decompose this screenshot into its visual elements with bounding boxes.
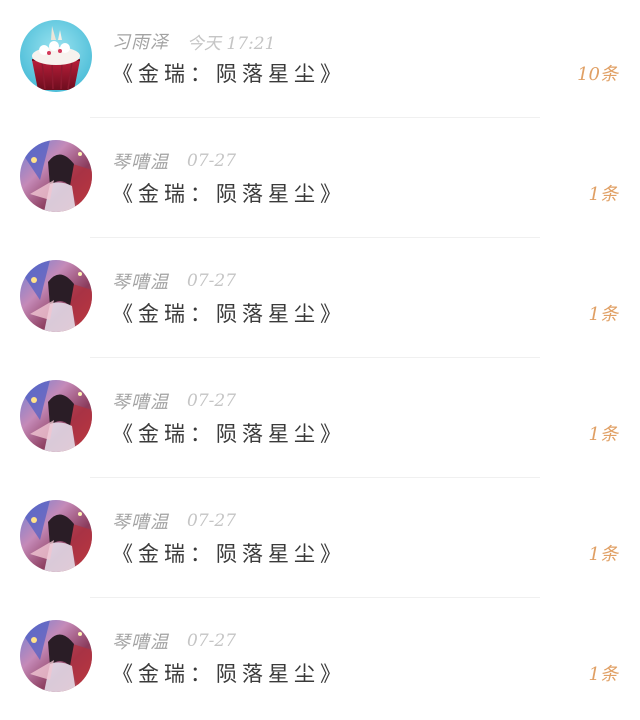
message-row[interactable]: 琴嘈温 07-27 《金瑞：陨落星尘》 1条 [0,480,640,600]
message-time: 07-27 [187,631,237,651]
anime-girl-avatar[interactable] [20,380,92,452]
book-title[interactable]: 《金瑞：陨落星尘》 [112,298,346,328]
message-time: 07-27 [187,391,237,411]
book-title[interactable]: 《金瑞：陨落星尘》 [112,58,346,88]
author-name[interactable]: 习雨泽 [112,28,169,54]
book-title[interactable]: 《金瑞：陨落星尘》 [112,178,346,208]
message-row[interactable]: 琴嘈温 07-27 《金瑞：陨落星尘》 1条 [0,240,640,360]
message-time: 07-27 [187,151,237,171]
reply-count: 1条 [588,424,618,445]
message-row[interactable]: 琴嘈温 07-27 《金瑞：陨落星尘》 1条 [0,600,640,720]
reply-count: 10条 [577,64,618,85]
row-divider [90,597,540,598]
book-title[interactable]: 《金瑞：陨落星尘》 [112,658,346,688]
message-meta: 习雨泽 今天 17:21 [112,28,275,54]
author-name[interactable]: 琴嘈温 [112,388,169,414]
message-row[interactable]: 琴嘈温 07-27 《金瑞：陨落星尘》 1条 [0,360,640,480]
anime-girl-avatar[interactable] [20,500,92,572]
row-divider [90,357,540,358]
anime-girl-avatar[interactable] [20,140,92,212]
message-time: 今天 17:21 [187,33,276,54]
row-divider [90,477,540,478]
message-meta: 琴嘈温 07-27 [112,628,236,654]
message-meta: 琴嘈温 07-27 [112,388,236,414]
author-name[interactable]: 琴嘈温 [112,628,169,654]
message-list: 习雨泽 今天 17:21 《金瑞：陨落星尘》 10条 琴嘈温 07-27 《金瑞… [0,0,640,704]
message-time: 07-27 [187,511,237,531]
author-name[interactable]: 琴嘈温 [112,508,169,534]
message-meta: 琴嘈温 07-27 [112,148,236,174]
row-divider [90,117,540,118]
message-meta: 琴嘈温 07-27 [112,268,236,294]
author-name[interactable]: 琴嘈温 [112,268,169,294]
cupcake-avatar[interactable] [20,20,92,92]
message-time: 07-27 [187,271,237,291]
book-title[interactable]: 《金瑞：陨落星尘》 [112,538,346,568]
anime-girl-avatar[interactable] [20,260,92,332]
book-title[interactable]: 《金瑞：陨落星尘》 [112,418,346,448]
row-divider [90,237,540,238]
anime-girl-avatar[interactable] [20,620,92,692]
reply-count: 1条 [588,664,618,685]
reply-count: 1条 [588,184,618,205]
message-meta: 琴嘈温 07-27 [112,508,236,534]
message-row[interactable]: 琴嘈温 07-27 《金瑞：陨落星尘》 1条 [0,120,640,240]
author-name[interactable]: 琴嘈温 [112,148,169,174]
reply-count: 1条 [588,304,618,325]
reply-count: 1条 [588,544,618,565]
message-row[interactable]: 习雨泽 今天 17:21 《金瑞：陨落星尘》 10条 [0,0,640,120]
